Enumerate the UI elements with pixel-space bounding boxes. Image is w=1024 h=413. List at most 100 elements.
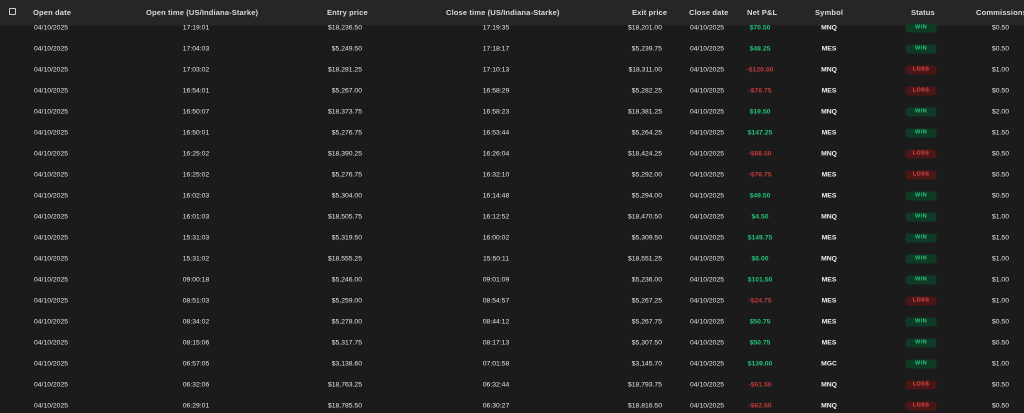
cell-open-date: 04/10/2025 xyxy=(34,150,69,157)
table-row[interactable]: 04/10/2025 16:02:03 $5,304.00 16:14:48 $5,29… xyxy=(0,185,1024,206)
cell-open-date: 04/10/2025 xyxy=(34,129,69,136)
cell-symbol: MGC xyxy=(821,360,837,367)
cell-commissions: $1.00 xyxy=(991,213,1009,220)
header-status[interactable]: Status xyxy=(911,8,935,17)
cell-net-pnl: $70.50 xyxy=(749,24,771,31)
cell-close-time: 16:00:02 xyxy=(482,234,510,241)
cell-open-date: 04/10/2025 xyxy=(34,108,69,115)
cell-commissions: $0.50 xyxy=(991,192,1009,199)
table-row[interactable]: 04/10/2025 06:32:06 $18,763.25 06:32:44 $18,… xyxy=(0,374,1024,395)
cell-open-date: 04/10/2025 xyxy=(34,402,69,409)
table-row[interactable]: 04/10/2025 16:25:02 $5,276.75 16:32:10 $5,29… xyxy=(0,164,1024,185)
status-badge: WIN xyxy=(905,23,937,32)
header-entry-price[interactable]: Entry price xyxy=(327,8,368,17)
header-symbol[interactable]: Symbol xyxy=(815,8,843,17)
cell-close-date: 04/10/2025 xyxy=(690,129,725,136)
cell-symbol: MES xyxy=(821,129,837,136)
cell-exit-price: $5,264.25 xyxy=(631,129,662,136)
cell-open-time: 17:19:01 xyxy=(182,24,210,31)
cell-exit-price: $3,145.70 xyxy=(631,360,662,367)
cell-net-pnl: $49.50 xyxy=(749,192,771,199)
cell-open-time: 15:31:03 xyxy=(182,234,210,241)
cell-entry-price: $5,267.00 xyxy=(331,87,362,94)
cell-net-pnl: $101.50 xyxy=(747,276,773,283)
cell-close-date: 04/10/2025 xyxy=(690,150,725,157)
cell-close-time: 07:01:58 xyxy=(482,360,510,367)
table-row[interactable]: 04/10/2025 16:50:07 $18,373.75 16:58:23 $18,… xyxy=(0,101,1024,122)
cell-entry-price: $18,281.25 xyxy=(327,66,362,73)
table-row[interactable]: 04/10/2025 16:01:03 $18,505.75 16:12:52 $18,… xyxy=(0,206,1024,227)
header-commissions[interactable]: Commissions xyxy=(976,8,1024,17)
cell-close-time: 06:32:44 xyxy=(482,381,510,388)
cell-commissions: $0.50 xyxy=(991,24,1009,31)
cell-net-pnl: $139.00 xyxy=(747,360,773,367)
table-row[interactable]: 04/10/2025 08:34:02 $5,278.00 08:44:12 $5,26… xyxy=(0,311,1024,332)
cell-close-time: 17:10:13 xyxy=(482,66,510,73)
cell-open-time: 08:51:03 xyxy=(182,297,210,304)
cell-open-time: 16:25:02 xyxy=(182,171,210,178)
table-row[interactable]: 04/10/2025 08:51:03 $5,259.00 08:54:57 $5,26… xyxy=(0,290,1024,311)
cell-commissions: $1.00 xyxy=(991,66,1009,73)
cell-symbol: MES xyxy=(821,87,837,94)
cell-entry-price: $18,236.50 xyxy=(327,24,362,31)
table-row[interactable]: 04/10/2025 15:31:02 $18,555.25 15:50:11 $18,… xyxy=(0,248,1024,269)
cell-symbol: MES xyxy=(821,234,837,241)
cell-symbol: MNQ xyxy=(821,402,837,409)
cell-open-time: 16:25:02 xyxy=(182,150,210,157)
table-row[interactable]: 04/10/2025 17:04:03 $5,249.50 17:18:17 $5,23… xyxy=(0,38,1024,59)
status-badge: LOSS xyxy=(905,65,937,74)
table-row[interactable]: 04/10/2025 09:00:18 $5,246.00 09:01:09 $5,23… xyxy=(0,269,1024,290)
cell-net-pnl: -$120.00 xyxy=(746,66,774,73)
cell-commissions: $0.50 xyxy=(991,45,1009,52)
table-row[interactable]: 04/10/2025 08:15:06 $5,317.75 08:17:13 $5,30… xyxy=(0,332,1024,353)
header-close-time[interactable]: Close time (US/Indiana-Starke) xyxy=(446,8,560,17)
cell-open-date: 04/10/2025 xyxy=(34,192,69,199)
cell-open-time: 16:01:03 xyxy=(182,213,210,220)
header-net-pnl[interactable]: Net P&L xyxy=(747,8,777,17)
cell-entry-price: $3,138.60 xyxy=(331,360,362,367)
cell-open-date: 04/10/2025 xyxy=(34,45,69,52)
cell-exit-price: $5,282.25 xyxy=(631,87,662,94)
table-row[interactable]: 04/10/2025 06:57:05 $3,138.60 07:01:58 $3,14… xyxy=(0,353,1024,374)
cell-close-time: 17:19:35 xyxy=(482,24,510,31)
cell-exit-price: $18,551.25 xyxy=(627,255,662,262)
cell-open-time: 06:29:01 xyxy=(182,402,210,409)
table-row[interactable]: 04/10/2025 16:54:01 $5,267.00 16:58:29 $5,28… xyxy=(0,80,1024,101)
cell-open-date: 04/10/2025 xyxy=(34,213,69,220)
select-all-checkbox[interactable] xyxy=(9,8,16,15)
status-badge: WIN xyxy=(905,275,937,284)
header-open-time[interactable]: Open time (US/Indiana-Starke) xyxy=(146,8,258,17)
cell-symbol: MNQ xyxy=(821,24,837,31)
table-row[interactable]: 04/10/2025 15:31:03 $5,319.50 16:00:02 $5,30… xyxy=(0,227,1024,248)
cell-exit-price: $18,793.75 xyxy=(627,381,662,388)
cell-net-pnl: $50.75 xyxy=(749,318,771,325)
cell-close-date: 04/10/2025 xyxy=(690,66,725,73)
header-exit-price[interactable]: Exit price xyxy=(632,8,667,17)
cell-close-time: 09:01:09 xyxy=(482,276,510,283)
cell-close-date: 04/10/2025 xyxy=(690,318,725,325)
table-row[interactable]: 04/10/2025 17:19:01 $18,236.50 17:19:35 $18,… xyxy=(0,17,1024,38)
status-badge: WIN xyxy=(905,107,937,116)
cell-exit-price: $5,307.50 xyxy=(631,339,662,346)
table-row[interactable]: 04/10/2025 17:03:02 $18,281.25 17:10:13 $18,… xyxy=(0,59,1024,80)
status-badge: LOSS xyxy=(905,86,937,95)
header-open-date[interactable]: Open date xyxy=(33,8,71,17)
cell-open-date: 04/10/2025 xyxy=(34,171,69,178)
cell-close-time: 16:58:29 xyxy=(482,87,510,94)
cell-exit-price: $5,292.00 xyxy=(631,171,662,178)
cell-open-time: 16:02:03 xyxy=(182,192,210,199)
table-body: 04/10/2025 17:19:01 $18,236.50 17:19:35 $18,… xyxy=(0,17,1024,413)
cell-open-date: 04/10/2025 xyxy=(34,276,69,283)
cell-symbol: MES xyxy=(821,339,837,346)
cell-net-pnl: -$76.75 xyxy=(748,87,772,94)
cell-exit-price: $18,424.25 xyxy=(627,150,662,157)
cell-symbol: MNQ xyxy=(821,213,837,220)
cell-commissions: $0.50 xyxy=(991,87,1009,94)
header-close-date[interactable]: Close date xyxy=(689,8,728,17)
cell-symbol: MNQ xyxy=(821,255,837,262)
cell-entry-price: $5,246.00 xyxy=(331,276,362,283)
table-row[interactable]: 04/10/2025 16:50:01 $5,276.75 16:53:44 $5,26… xyxy=(0,122,1024,143)
table-row[interactable]: 04/10/2025 16:25:02 $18,390.25 16:26:04 $18,… xyxy=(0,143,1024,164)
table-row[interactable]: 04/10/2025 06:29:01 $18,785.50 06:30:27 $18,… xyxy=(0,395,1024,413)
cell-entry-price: $18,505.75 xyxy=(327,213,362,220)
